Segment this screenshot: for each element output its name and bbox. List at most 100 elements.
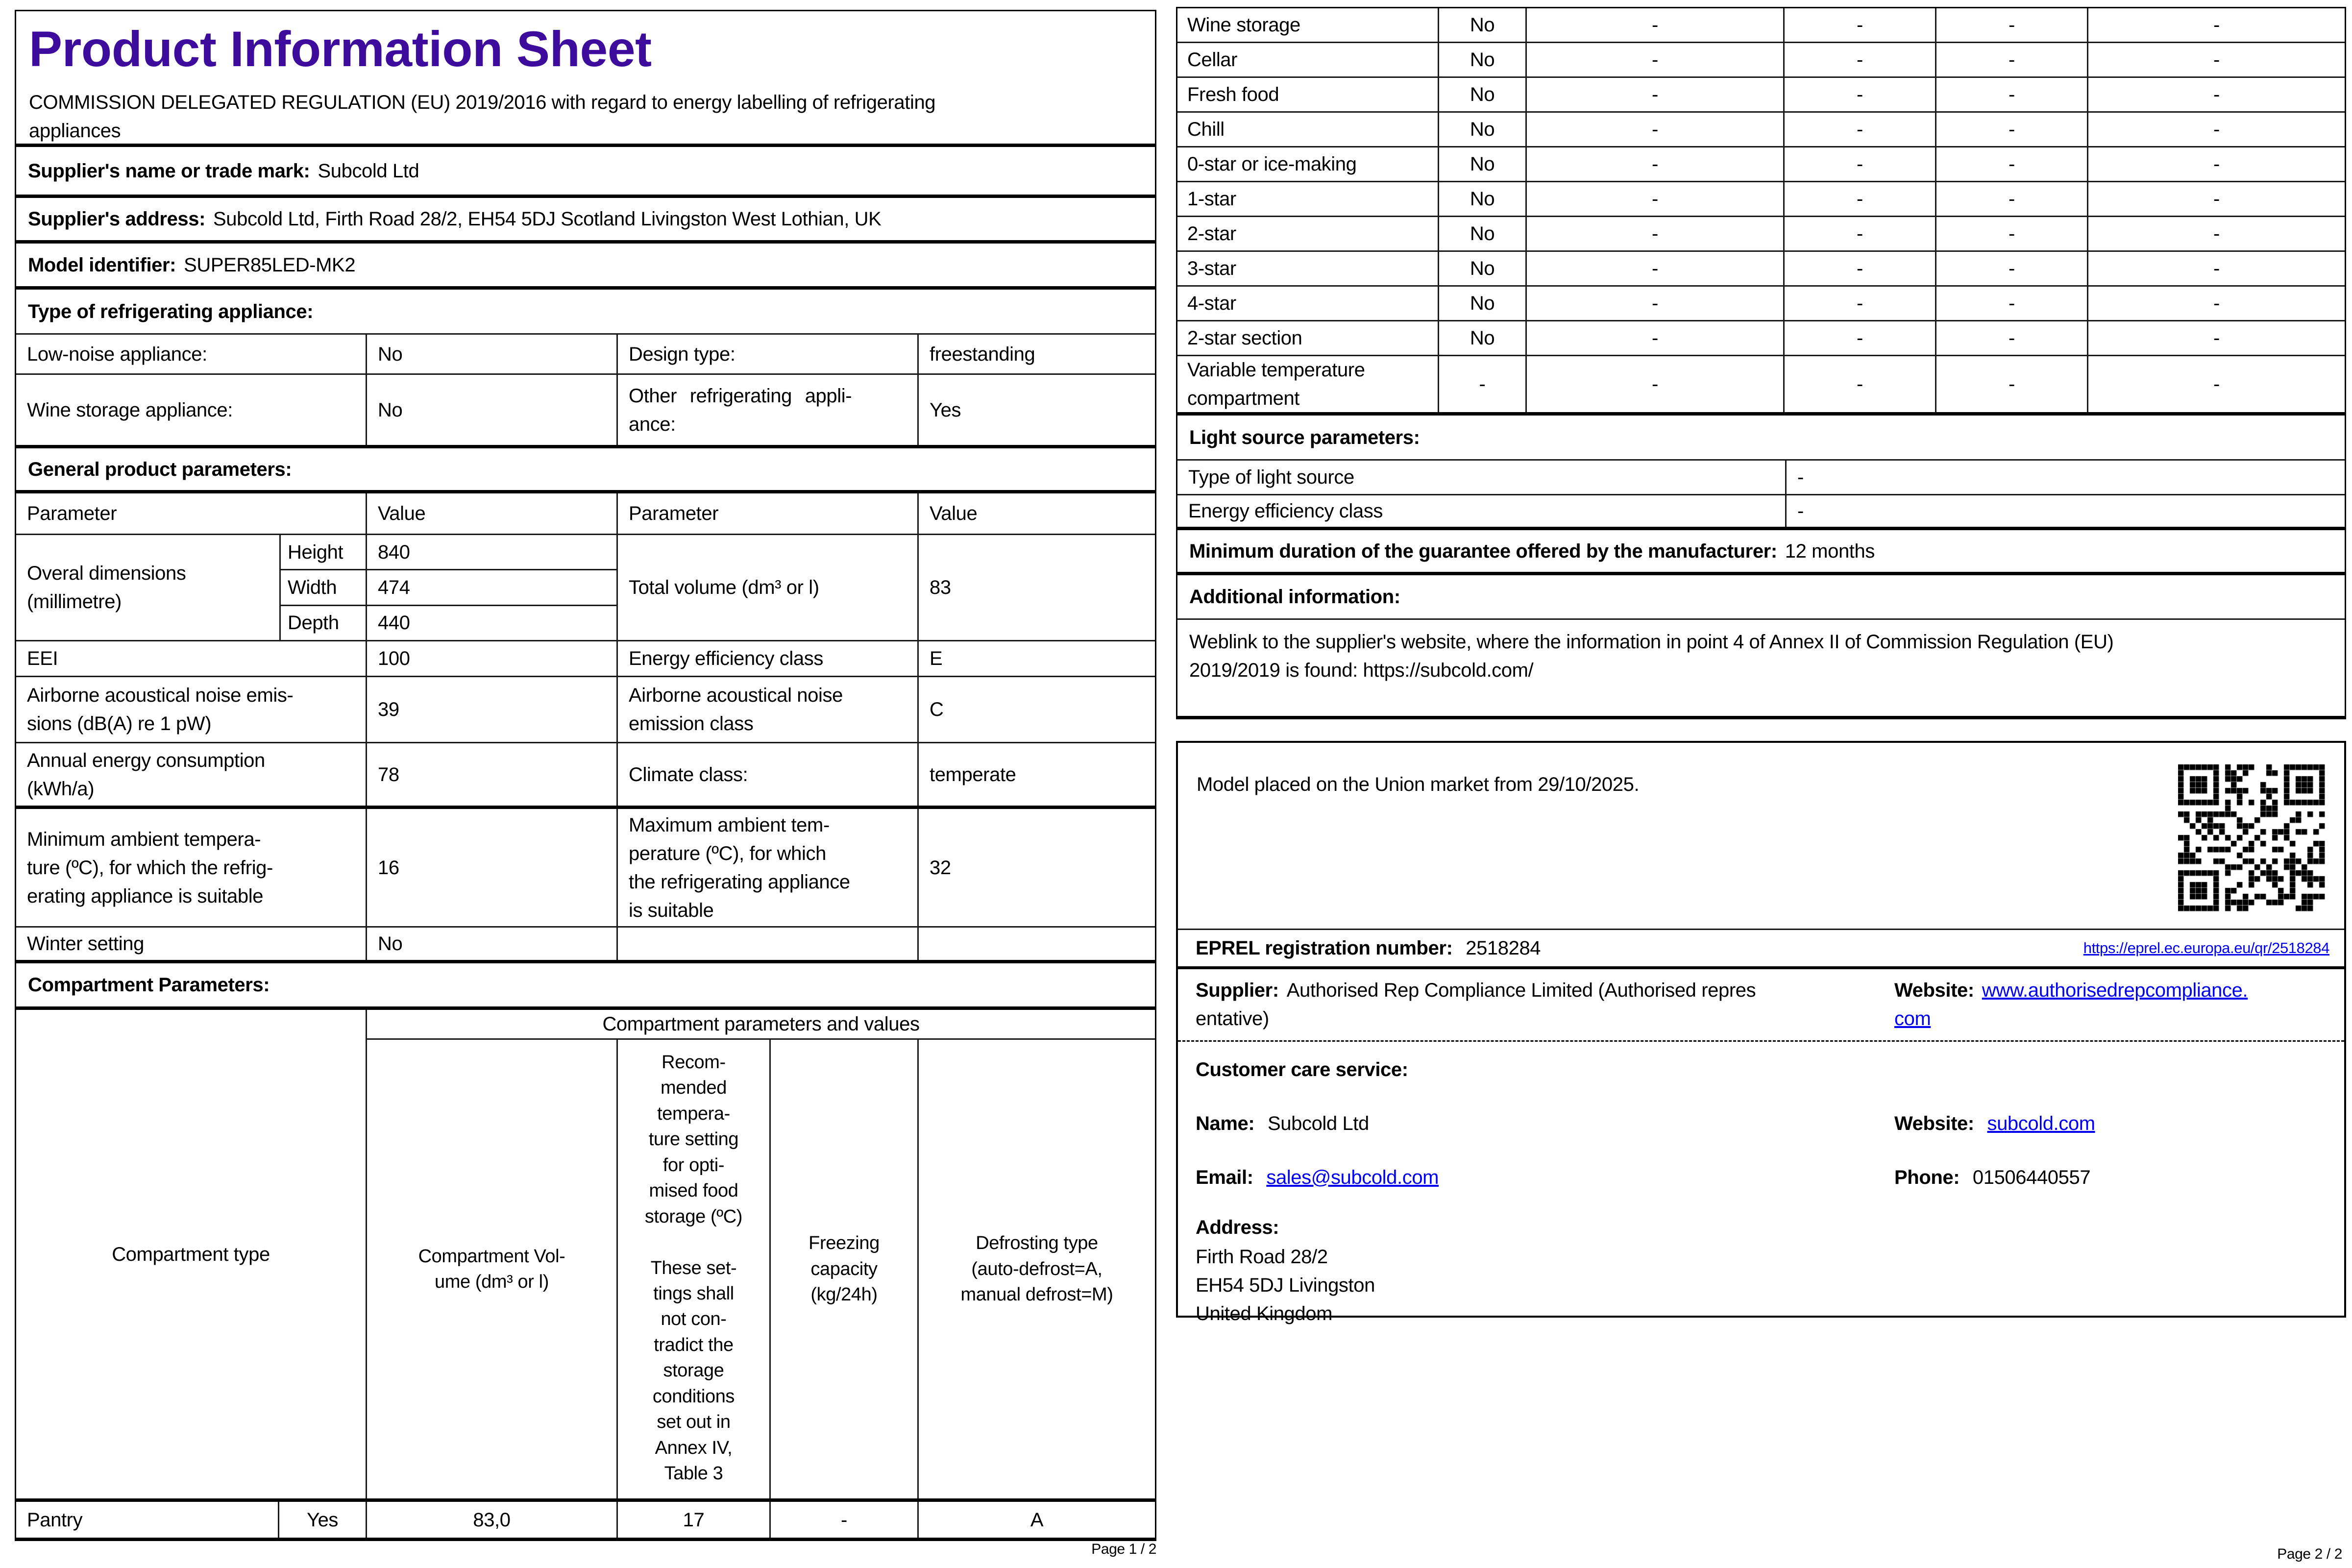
eec-label: Energy efficiency class xyxy=(618,641,919,676)
row-freezing: - xyxy=(1936,252,2088,285)
row-defrost: - xyxy=(2088,287,2345,320)
eec-value: E xyxy=(919,641,1155,676)
row-defrost: - xyxy=(2088,78,2345,111)
compartment-row-2-star-section: 2-star section No - - - - xyxy=(1177,321,2345,356)
page-1: Product Information Sheet COMMISSION DEL… xyxy=(15,10,1156,1541)
row-temp: - xyxy=(1785,113,1936,146)
row-defrost: - xyxy=(2088,43,2345,76)
row-defrost: - xyxy=(2088,356,2345,412)
eprel-link[interactable]: https://eprel.ec.europa.eu/qr/2518284 xyxy=(2083,937,2329,959)
row-label: 3-star xyxy=(1177,252,1439,285)
model-placed-text: Model placed on the Union market from 29… xyxy=(1197,770,1639,799)
row-volume: - xyxy=(1527,147,1785,181)
row-temp: - xyxy=(1785,356,1936,412)
row-temp: - xyxy=(1785,78,1936,111)
volume-header: Compartment Vol- ume (dm³ or l) xyxy=(367,1040,618,1498)
col-parameter-1: Parameter xyxy=(16,493,367,534)
winter-value: No xyxy=(367,928,618,960)
row-volume: - xyxy=(1527,321,1785,355)
pantry-volume: 83,0 xyxy=(367,1502,618,1538)
row-temp: - xyxy=(1785,147,1936,181)
compartment-heading-row: Compartment Parameters: xyxy=(16,963,1155,1010)
row-label: 1-star xyxy=(1177,182,1439,216)
row-present: - xyxy=(1439,356,1527,412)
care-address-block: Address: Firth Road 28/2 EH54 5DJ Living… xyxy=(1196,1213,2327,1328)
guarantee-value: 12 months xyxy=(1785,537,1875,565)
general-heading-row: General product parameters: xyxy=(16,448,1155,493)
max-temp-value: 32 xyxy=(919,809,1155,926)
low-noise-row: Low-noise appliance: No Design type: fre… xyxy=(16,335,1155,375)
care-phone-value: 01506440557 xyxy=(1973,1167,2090,1188)
pantry-present: Yes xyxy=(279,1502,367,1538)
supplier-label: Supplier: xyxy=(1196,980,1279,1001)
row-defrost: - xyxy=(2088,321,2345,355)
light-eec-label: Energy efficiency class xyxy=(1177,495,1787,527)
row-temp: - xyxy=(1785,182,1936,216)
regulation-subtitle: COMMISSION DELEGATED REGULATION (EU) 201… xyxy=(29,88,1142,145)
supplier-name-value: Subcold Ltd xyxy=(318,157,419,185)
dim-width-value: 474 xyxy=(367,570,616,606)
row-freezing: - xyxy=(1936,78,2088,111)
supplier-address-label: Supplier's address: xyxy=(28,205,205,233)
compartment-row-3-star: 3-star No - - - - xyxy=(1177,252,2345,287)
row-freezing: - xyxy=(1936,321,2088,355)
eei-label: EEI xyxy=(16,641,367,676)
climate-value: temperate xyxy=(919,743,1155,806)
compartment-row-wine-storage: Wine storage No - - - - xyxy=(1177,8,2345,43)
care-phone-label: Phone: xyxy=(1894,1167,1960,1188)
energy-label: Annual energy consumption (kWh/a) xyxy=(16,743,367,806)
care-name-row: Name: Subcold Ltd Website: subcold.com xyxy=(1196,1109,2327,1138)
row-label: Wine storage xyxy=(1177,8,1439,42)
page-title: Product Information Sheet xyxy=(29,23,1142,75)
guarantee-label: Minimum duration of the guarantee offere… xyxy=(1189,537,1777,565)
supplier-address-value: Subcold Ltd, Firth Road 28/2, EH54 5DJ S… xyxy=(213,205,881,233)
row-label: 2-star section xyxy=(1177,321,1439,355)
market-supplier-box: Model placed on the Union market from 29… xyxy=(1176,741,2346,1318)
row-freezing: - xyxy=(1936,356,2088,412)
care-email-row: Email: sales@subcold.com Phone: 01506440… xyxy=(1196,1163,2327,1192)
care-address-label: Address: xyxy=(1196,1213,2327,1242)
row-defrost: - xyxy=(2088,252,2345,285)
product-information-sheet: Product Information Sheet COMMISSION DEL… xyxy=(0,0,2352,1568)
row-volume: - xyxy=(1527,8,1785,42)
care-email-label: Email: xyxy=(1196,1167,1253,1188)
row-present: No xyxy=(1439,147,1527,181)
climate-label: Climate class: xyxy=(618,743,919,806)
page-2-upper-box: Wine storage No - - - - Cellar No - - - … xyxy=(1176,7,2346,719)
care-website-link[interactable]: subcold.com xyxy=(1987,1113,2095,1134)
noise-label: Airborne acoustical noise emis- sions (d… xyxy=(16,677,367,742)
row-present: No xyxy=(1439,78,1527,111)
row-freezing: - xyxy=(1936,113,2088,146)
eprel-value: 2518284 xyxy=(1466,937,1541,959)
row-label: 0-star or ice-making xyxy=(1177,147,1439,181)
row-temp: - xyxy=(1785,43,1936,76)
row-temp: - xyxy=(1785,287,1936,320)
care-website-label: Website: xyxy=(1894,1113,1974,1134)
col-value-1: Value xyxy=(367,493,618,534)
eprel-label: EPREL registration number: xyxy=(1196,937,1453,959)
row-defrost: - xyxy=(2088,113,2345,146)
noise-class-label: Airborne acoustical noise emission class xyxy=(618,677,919,742)
care-email-link[interactable]: sales@subcold.com xyxy=(1266,1167,1439,1188)
row-volume: - xyxy=(1527,78,1785,111)
row-freezing: - xyxy=(1936,287,2088,320)
row-present: No xyxy=(1439,182,1527,216)
light-type-value: - xyxy=(1787,461,2345,494)
max-temp-label: Maximum ambient tem- perature (ºC), for … xyxy=(618,809,919,926)
row-label: Variable temperature compartment xyxy=(1177,356,1439,412)
row-freezing: - xyxy=(1936,182,2088,216)
compartment-row-4-star: 4-star No - - - - xyxy=(1177,287,2345,321)
row-present: No xyxy=(1439,43,1527,76)
compartment-row-0-star: 0-star or ice-making No - - - - xyxy=(1177,147,2345,182)
row-present: No xyxy=(1439,252,1527,285)
model-identifier-label: Model identifier: xyxy=(28,251,176,279)
dimension-keys: Height Width Depth xyxy=(281,535,367,640)
compartment-row-chill: Chill No - - - - xyxy=(1177,113,2345,147)
other-appliance-label: Other refrigerating appli- ance: xyxy=(618,375,919,445)
energy-value: 78 xyxy=(367,743,618,806)
pantry-temp: 17 xyxy=(618,1502,771,1538)
row-present: No xyxy=(1439,113,1527,146)
row-volume: - xyxy=(1527,287,1785,320)
winter-empty-1 xyxy=(618,928,919,960)
row-defrost: - xyxy=(2088,217,2345,250)
